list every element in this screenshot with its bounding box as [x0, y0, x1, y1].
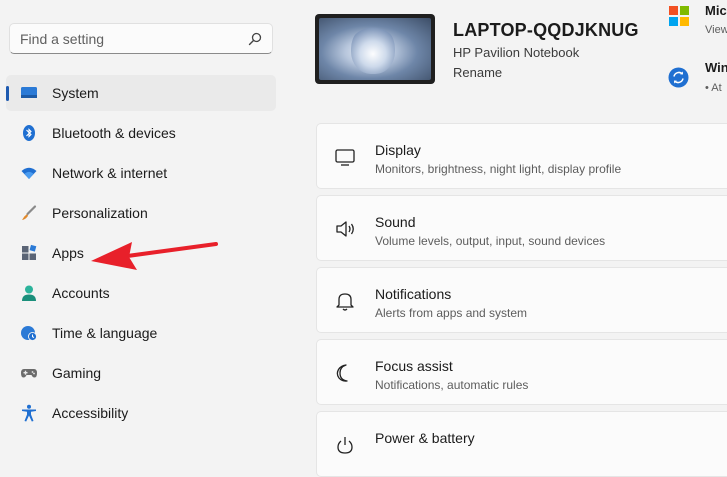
card-title: Notifications — [375, 286, 452, 302]
sidebar-item-accessibility[interactable]: Accessibility — [6, 395, 276, 431]
speaker-icon — [336, 221, 354, 237]
microsoft-365-subtitle[interactable]: View — [705, 24, 727, 36]
search-input[interactable] — [10, 24, 250, 53]
globe-clock-icon — [21, 326, 37, 341]
sidebar-item-label: Personalization — [52, 205, 148, 221]
sidebar-item-label: System — [52, 85, 99, 101]
sidebar-item-network[interactable]: Network & internet — [6, 155, 276, 191]
sidebar-nav: System Bluetooth & devices Network & int… — [0, 75, 290, 435]
sidebar-item-label: Accounts — [52, 285, 110, 301]
accounts-icon — [22, 285, 36, 301]
sidebar-item-label: Apps — [52, 245, 84, 261]
apps-icon — [22, 244, 37, 260]
windows-update-title[interactable]: Win — [705, 60, 727, 75]
sidebar-item-label: Network & internet — [52, 165, 168, 181]
bell-icon — [336, 293, 354, 311]
card-subtitle: Monitors, brightness, night light, displ… — [375, 162, 622, 176]
power-icon — [337, 437, 353, 454]
sidebar-item-accounts[interactable]: Accounts — [6, 275, 276, 311]
windows-update-subtitle[interactable]: • At — [705, 82, 722, 94]
system-icon — [21, 87, 37, 98]
search-box[interactable] — [9, 23, 273, 54]
microsoft-logo-icon[interactable] — [669, 6, 689, 26]
card-notifications[interactable]: Notifications Alerts from apps and syste… — [316, 267, 727, 333]
sidebar-item-gaming[interactable]: Gaming — [6, 355, 276, 391]
sidebar-item-bluetooth[interactable]: Bluetooth & devices — [6, 115, 276, 151]
device-name: LAPTOP-QQDJKNUG — [453, 20, 639, 40]
card-power-battery[interactable]: Power & battery — [316, 411, 727, 477]
card-title: Sound — [375, 214, 416, 230]
card-sound[interactable]: Sound Volume levels, output, input, soun… — [316, 195, 727, 261]
brush-icon — [22, 205, 37, 220]
sidebar-item-label: Bluetooth & devices — [52, 125, 176, 141]
microsoft-365-title[interactable]: Mic — [705, 3, 727, 18]
wallpaper-thumbnail — [319, 18, 431, 80]
rename-link[interactable]: Rename — [453, 65, 502, 80]
sidebar-item-time-language[interactable]: Time & language — [6, 315, 276, 351]
sidebar-item-label: Time & language — [52, 325, 158, 341]
search-icon[interactable] — [248, 32, 262, 46]
card-subtitle: Notifications, automatic rules — [375, 378, 529, 392]
sidebar-item-label: Gaming — [52, 365, 102, 381]
gamepad-icon — [21, 369, 37, 378]
card-title: Display — [375, 142, 421, 158]
sidebar-item-personalization[interactable]: Personalization — [6, 195, 276, 231]
windows-update-icon[interactable] — [668, 67, 689, 88]
device-model: HP Pavilion Notebook — [453, 45, 580, 60]
card-subtitle: Volume levels, output, input, sound devi… — [375, 234, 606, 248]
accessibility-icon — [22, 404, 36, 422]
card-title: Power & battery — [375, 430, 475, 446]
device-image — [315, 14, 435, 84]
moon-icon — [336, 364, 348, 382]
card-title: Focus assist — [375, 358, 453, 374]
bluetooth-icon — [23, 125, 35, 141]
sidebar-item-label: Accessibility — [52, 405, 129, 421]
wifi-icon — [21, 167, 37, 179]
card-subtitle: Alerts from apps and system — [375, 306, 528, 320]
card-display[interactable]: Display Monitors, brightness, night ligh… — [316, 123, 727, 189]
sidebar-item-system[interactable]: System — [6, 75, 276, 111]
card-focus-assist[interactable]: Focus assist Notifications, automatic ru… — [316, 339, 727, 405]
display-icon — [335, 149, 355, 166]
sidebar-item-apps[interactable]: Apps — [6, 235, 276, 271]
